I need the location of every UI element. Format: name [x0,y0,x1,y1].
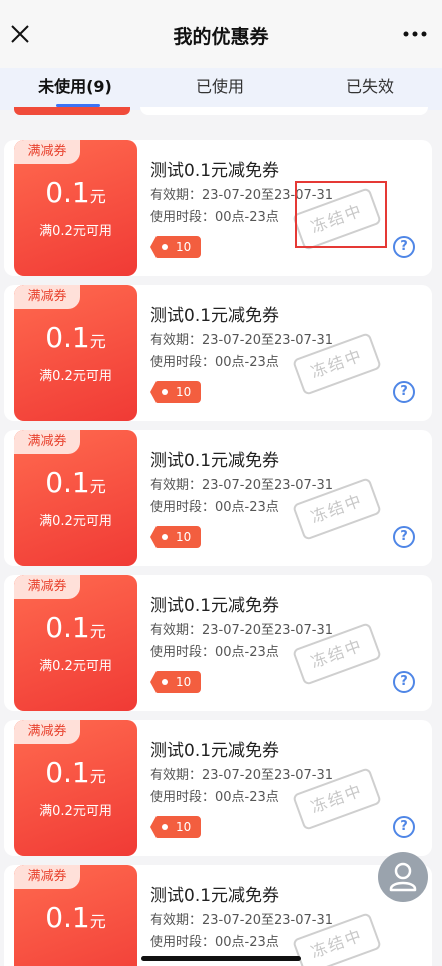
coupon-type-badge: 满减券 [14,285,80,309]
coupon-validity: 有效期：23-07-20至23-07-31 [150,913,334,928]
coupon-validity: 有效期：23-07-20至23-07-31 [150,768,334,783]
coupon-amount-unit: 元 [89,912,106,931]
previous-coupon-edge [14,107,130,115]
coupon-name: 测试0.1元减免券 [150,161,280,181]
coupon-name: 测试0.1元减免券 [150,306,280,326]
tab-expired[interactable]: 已失效 [315,68,425,110]
coupon-value-panel: 满减券 0.1元 满0.2元可用 [14,285,137,421]
coupon-type-badge: 满减券 [14,720,80,744]
coupon-name: 测试0.1元减免券 [150,451,280,471]
expire-tag: 10天后过期 [149,526,202,632]
coupon-list[interactable]: 满减券 0.1元 满0.2元可用 测试0.1元减免券 有效期：23-07-20至… [0,128,442,966]
help-icon[interactable]: ? [393,671,415,693]
user-service-icon [389,862,417,892]
coupon-card[interactable]: 满减券 0.1元 满0.2元可用 测试0.1元减免券 有效期：23-07-20至… [4,285,432,487]
coupon-amount: 0.1元 [14,901,137,934]
help-icon[interactable]: ? [393,526,415,548]
help-icon[interactable]: ? [393,816,415,838]
coupon-value-panel: 满减券 0.1元 [14,865,137,966]
coupon-amount-unit: 元 [89,477,106,496]
expire-tag: 10天后过期 [149,236,202,342]
coupon-amount: 0.1元 [14,176,137,209]
previous-coupon-edge-body [140,107,428,115]
coupon-type-badge: 满减券 [14,140,80,164]
coupon-validity: 有效期：23-07-20至23-07-31 [150,478,334,493]
coupon-card[interactable]: 满减券 0.1元 满0.2元可用 测试0.1元减免券 有效期：23-07-20至… [4,575,432,777]
coupon-condition: 满0.2元可用 [39,224,112,239]
coupon-condition: 满0.2元可用 [39,659,112,674]
coupon-amount-unit: 元 [89,332,106,351]
coupon-card[interactable]: 满减券 0.1元 测试0.1元减免券 有效期：23-07-20至23-07-31… [4,865,432,966]
coupon-type-badge: 满减券 [14,430,80,454]
coupon-validity: 有效期：23-07-20至23-07-31 [150,333,334,348]
coupon-amount-value: 0.1 [45,176,90,209]
coupon-validity: 有效期：23-07-20至23-07-31 [150,623,334,638]
home-indicator [141,956,301,961]
coupon-value-panel: 满减券 0.1元 满0.2元可用 [14,140,137,276]
expire-tag: 10天后过期 [149,671,202,777]
coupon-value-panel: 满减券 0.1元 满0.2元可用 [14,720,137,856]
coupon-amount-value: 0.1 [45,321,90,354]
coupon-amount-unit: 元 [89,767,106,786]
coupon-value-panel: 满减券 0.1元 满0.2元可用 [14,430,137,566]
top-bar: 我的优惠券 [0,0,442,68]
coupon-type-badge: 满减券 [14,865,80,889]
coupon-card[interactable]: 满减券 0.1元 满0.2元可用 测试0.1元减免券 有效期：23-07-20至… [4,430,432,632]
coupon-condition: 满0.2元可用 [39,369,112,384]
coupon-amount: 0.1元 [14,611,137,644]
coupon-name: 测试0.1元减免券 [150,596,280,616]
coupon-name: 测试0.1元减免券 [150,741,280,761]
tab-used[interactable]: 已使用 [165,68,275,110]
coupon-value-panel: 满减券 0.1元 满0.2元可用 [14,575,137,711]
page-title: 我的优惠券 [173,26,269,48]
coupon-condition: 满0.2元可用 [39,514,112,529]
help-icon[interactable]: ? [393,381,415,403]
expire-tag: 10天后过期 [149,816,202,922]
more-icon[interactable] [402,24,428,44]
coupon-name: 测试0.1元减免券 [150,886,280,906]
coupon-amount-value: 0.1 [45,756,90,789]
coupon-amount: 0.1元 [14,466,137,499]
coupon-amount-value: 0.1 [45,901,90,934]
coupon-amount: 0.1元 [14,756,137,789]
coupon-amount-unit: 元 [89,187,106,206]
help-icon[interactable]: ? [393,236,415,258]
coupon-amount-value: 0.1 [45,611,90,644]
coupon-amount-value: 0.1 [45,466,90,499]
coupon-card[interactable]: 满减券 0.1元 满0.2元可用 测试0.1元减免券 有效期：23-07-20至… [4,720,432,922]
frozen-stamp-highlight [295,181,387,248]
coupon-amount: 0.1元 [14,321,137,354]
coupon-type-badge: 满减券 [14,575,80,599]
coupon-amount-unit: 元 [89,622,106,641]
customer-service-button[interactable] [378,852,428,902]
coupon-condition: 满0.2元可用 [39,804,112,819]
expire-tag: 10天后过期 [149,381,202,487]
